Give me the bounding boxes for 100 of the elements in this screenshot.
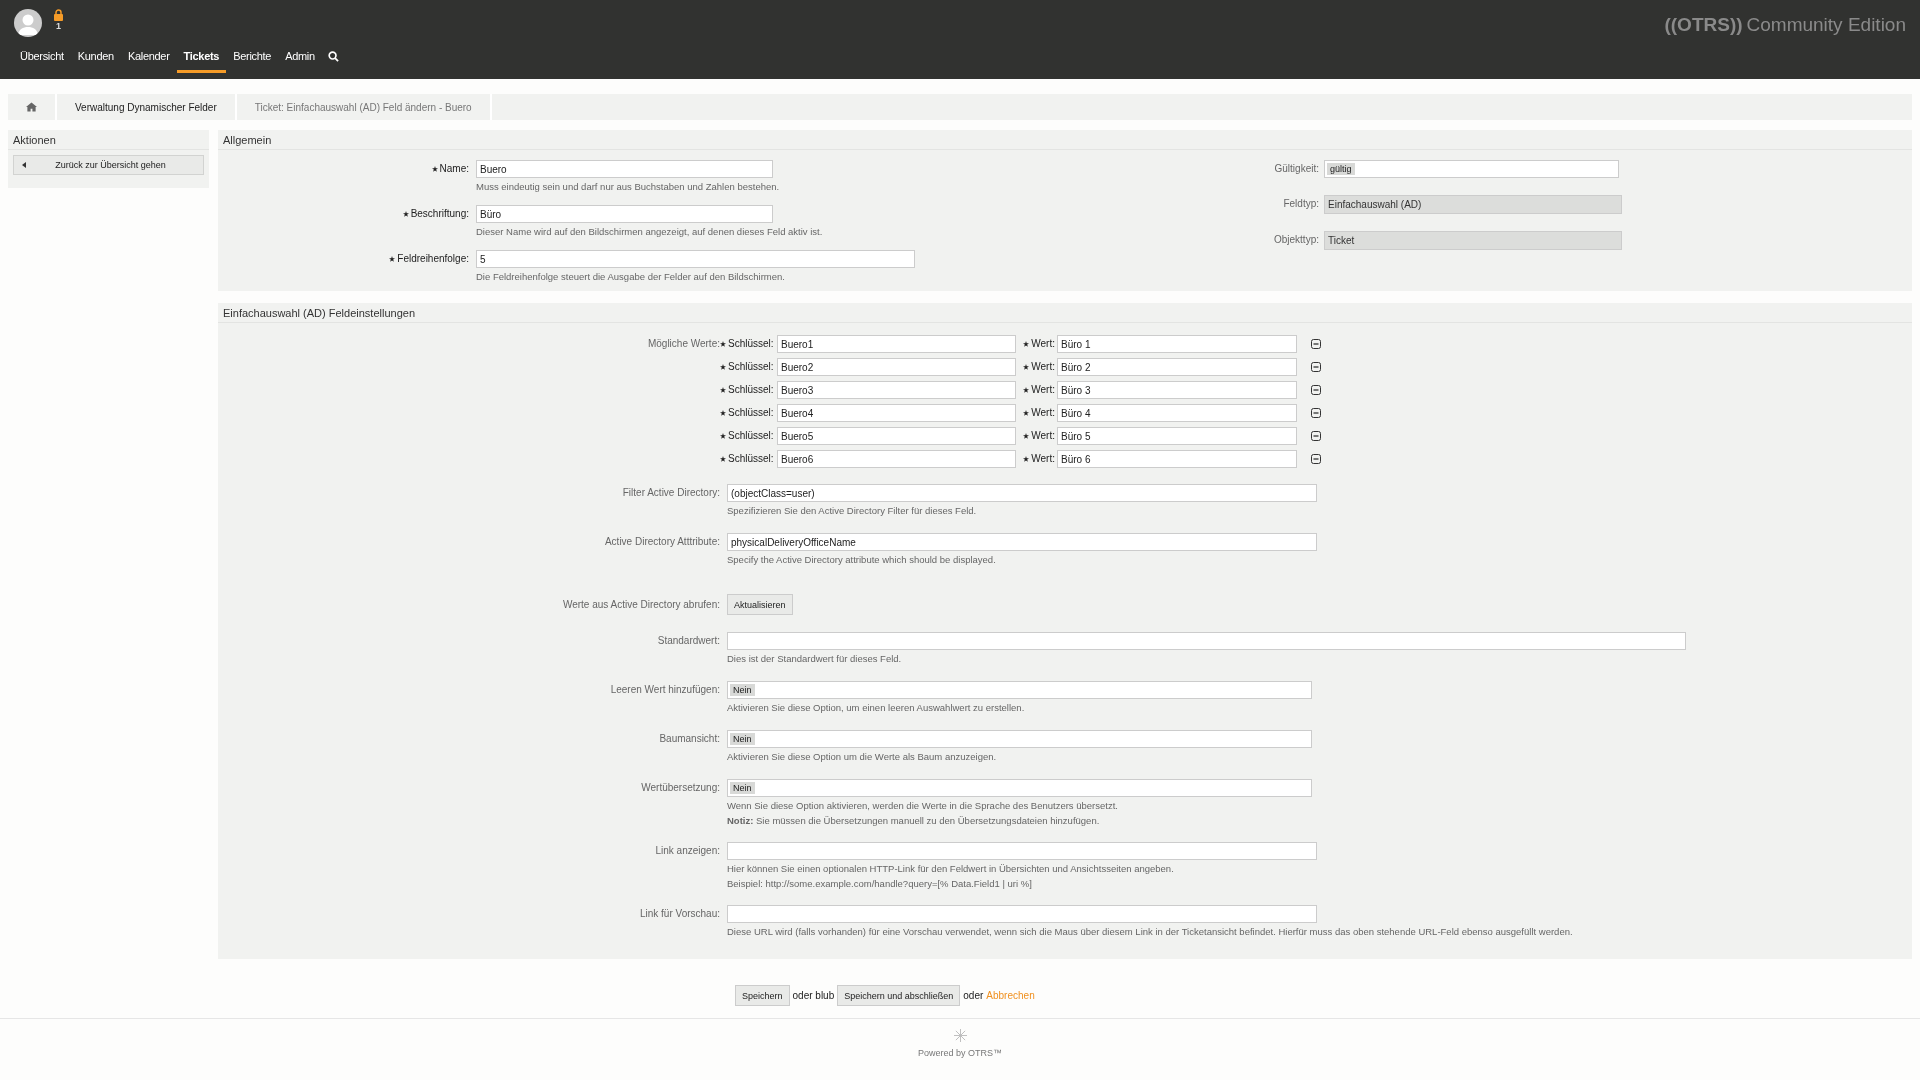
field-label: Werte aus Active Directory abrufen: — [562, 598, 720, 612]
select-field[interactable]: Nein — [727, 681, 1312, 699]
value-field[interactable]: Büro 5 — [1057, 427, 1297, 445]
key-label: Schlüssel: — [728, 360, 774, 374]
key-field[interactable]: Buero4 — [777, 404, 1016, 422]
nav-tab[interactable]: Tickets — [176, 48, 227, 73]
field-label: Link für Vorschau: — [639, 907, 720, 921]
asterisk-icon — [953, 1029, 967, 1042]
key-field[interactable]: Buero2 — [777, 358, 1016, 376]
lock-count: 1 — [56, 21, 61, 31]
text-field[interactable] — [727, 842, 1317, 860]
required-star-icon — [1023, 387, 1030, 393]
hint-text: Spezifizieren Sie den Active Directory Filter für dieses Feld. — [727, 504, 978, 518]
breadcrumb-link[interactable]: Ticket: Einfachauswahl (AD) Feld ändern - Buero — [236, 94, 492, 120]
remove-icon[interactable] — [1311, 362, 1321, 372]
field-label: Objekttyp: — [1273, 233, 1319, 247]
hint-text: Dies ist der Standardwert für dieses Feld. — [727, 652, 903, 666]
field-label: Feldtyp: — [1283, 197, 1319, 211]
select-field[interactable]: Nein — [727, 779, 1312, 797]
text-field[interactable]: physicalDeliveryOfficeName — [727, 533, 1317, 551]
hint-text: Aktivieren Sie diese Option um die Werte als Baum anzuzeigen. — [727, 750, 998, 764]
hint-text: Aktivieren Sie diese Option, um einen leeren Auswahlwert zu erstellen. — [727, 701, 1026, 715]
hint-text: Muss eindeutig sein und darf nur aus Buchstaben und Zahlen bestehen. — [476, 180, 780, 194]
text-field[interactable] — [727, 905, 1317, 923]
field-label: Baumansicht: — [659, 732, 720, 746]
required-star-icon — [1023, 364, 1030, 370]
key-field[interactable]: Buero6 — [777, 450, 1016, 468]
value-label: Wert: — [1031, 429, 1055, 443]
panel-title: Allgemein — [218, 130, 1912, 150]
key-field[interactable]: Buero1 — [777, 335, 1016, 353]
remove-icon[interactable] — [1311, 408, 1321, 418]
field-label: Filter Active Directory: — [622, 486, 720, 500]
selected-value: Nein — [730, 684, 755, 696]
required-star-icon — [720, 387, 726, 393]
field-label: Wertübersetzung: — [641, 781, 720, 795]
powered-by-text: Powered by OTRS™ — [918, 1048, 1002, 1058]
value-label: Wert: — [1031, 383, 1055, 397]
nav-tab[interactable]: Berichte — [226, 48, 279, 73]
selected-value: Nein — [730, 733, 755, 745]
select-field[interactable]: Nein — [727, 730, 1312, 748]
panel-title: Aktionen — [8, 130, 209, 150]
key-label: Schlüssel: — [728, 452, 774, 466]
field-label: Feldreihenfolge: — [397, 252, 469, 266]
hint-text: Dieser Name wird auf den Bildschirmen angezeigt, auf denen dieses Feld aktiv ist. — [476, 225, 823, 239]
text-field[interactable] — [727, 632, 1686, 650]
edition-label: Community Edition — [1746, 14, 1906, 36]
lock-icon[interactable] — [54, 9, 63, 21]
hint-text: Die Feldreihenfolge steuert die Ausgabe der Felder auf den Bildschirmen. — [476, 270, 786, 284]
or-text: oder — [963, 990, 984, 1001]
text-field[interactable]: Büro — [476, 205, 773, 223]
caret-icon — [22, 162, 26, 168]
key-label: Schlüssel: — [728, 383, 774, 397]
remove-icon[interactable] — [1311, 385, 1321, 395]
field-label: Beschriftung: — [410, 207, 469, 221]
key-field[interactable]: Buero3 — [777, 381, 1016, 399]
back-button[interactable]: Zurück zur Übersicht gehen — [13, 155, 204, 175]
nav-tab[interactable]: Übersicht — [13, 48, 71, 73]
value-label: Wert: — [1031, 452, 1055, 466]
remove-icon[interactable] — [1311, 339, 1321, 349]
readonly-field: Ticket — [1324, 231, 1622, 250]
breadcrumb-link[interactable]: Verwaltung Dynamischer Felder — [57, 94, 237, 120]
save-button[interactable]: Speichern — [735, 985, 790, 1006]
value-field[interactable]: Büro 1 — [1057, 335, 1297, 353]
required-star-icon — [720, 433, 726, 439]
value-field[interactable]: Büro 4 — [1057, 404, 1297, 422]
required-star-icon — [1023, 410, 1030, 416]
hint-text: Notiz: Sie müssen die Übersetzungen manuell zu den Übersetzungsdateien hinzufügen. — [727, 814, 1101, 828]
key-label: Schlüssel: — [728, 337, 774, 351]
select-field[interactable]: gültig — [1324, 160, 1619, 178]
readonly-field: Einfachauswahl (AD) — [1324, 195, 1622, 214]
value-field[interactable]: Büro 2 — [1057, 358, 1297, 376]
key-label: Schlüssel: — [728, 429, 774, 443]
hint-text: Specify the Active Directory attribute which should be displayed. — [727, 553, 997, 567]
field-label: Active Directory Atttribute: — [604, 535, 720, 549]
selected-value: gültig — [1327, 163, 1355, 175]
remove-icon[interactable] — [1311, 431, 1321, 441]
nav-tab[interactable]: Kunden — [70, 48, 121, 73]
hint-text: Diese URL wird (falls vorhanden) für eine Vorschau verwendet, wenn sich die Maus über diesem Link in der Ticketansicht befindet. Hierfür muss das oben stehende URL-Feld ebenso ausgefüllt werden. — [727, 925, 1573, 939]
field-label: Mögliche Werte: — [647, 337, 720, 351]
search-icon[interactable] — [327, 51, 339, 62]
field-label: Leeren Wert hinzufügen: — [610, 683, 720, 697]
text-field[interactable]: 5 — [476, 250, 915, 268]
text-field[interactable]: Buero — [476, 160, 773, 178]
value-field[interactable]: Büro 6 — [1057, 450, 1297, 468]
value-label: Wert: — [1031, 337, 1055, 351]
required-star-icon — [720, 410, 726, 416]
required-star-icon — [720, 456, 726, 462]
refresh-button[interactable]: Aktualisieren — [727, 594, 793, 615]
avatar-icon[interactable] — [14, 9, 42, 37]
key-label: Schlüssel: — [728, 406, 774, 420]
required-star-icon — [1023, 456, 1030, 462]
value-field[interactable]: Büro 3 — [1057, 381, 1297, 399]
key-field[interactable]: Buero5 — [777, 427, 1016, 445]
remove-icon[interactable] — [1311, 454, 1321, 464]
text-field[interactable]: (objectClass=user) — [727, 484, 1317, 502]
value-label: Wert: — [1031, 406, 1055, 420]
hint-text: Beispiel: http://some.example.com/handle?query=[% Data.Field1 | uri %] — [727, 877, 1033, 891]
nav-tab[interactable]: Admin — [278, 48, 322, 73]
save-close-button[interactable]: Speichern und abschließen — [837, 985, 961, 1006]
nav-tab[interactable]: Kalender — [120, 48, 177, 73]
